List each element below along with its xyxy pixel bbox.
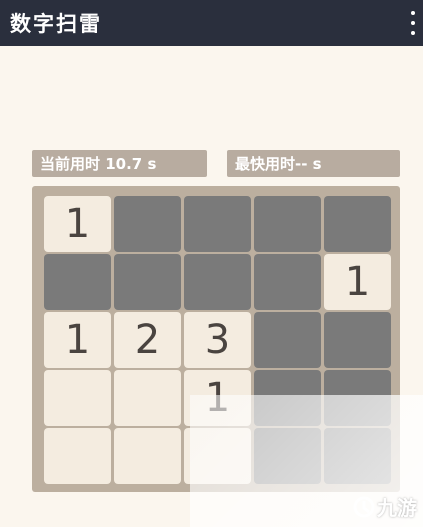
- board-cell[interactable]: [324, 370, 391, 426]
- jiuyou-logo: 九游: [353, 492, 417, 521]
- current-time-label: 当前用时 10.7 s: [32, 150, 207, 177]
- board-cell[interactable]: [184, 428, 251, 484]
- app-bar: 数字扫雷: [0, 0, 423, 46]
- board-cell[interactable]: [254, 254, 321, 310]
- board-cell[interactable]: [254, 370, 321, 426]
- board-cell[interactable]: 2: [114, 312, 181, 368]
- board-cell[interactable]: 1: [44, 196, 111, 252]
- board-cell[interactable]: [254, 312, 321, 368]
- board-cell[interactable]: [254, 428, 321, 484]
- board-cell[interactable]: [114, 196, 181, 252]
- more-vert-icon[interactable]: [409, 11, 417, 35]
- board-cell[interactable]: 3: [184, 312, 251, 368]
- board-cell[interactable]: 1: [184, 370, 251, 426]
- board-cell[interactable]: [114, 254, 181, 310]
- board-cell[interactable]: [114, 428, 181, 484]
- board-cell[interactable]: [44, 254, 111, 310]
- minesweeper-board: 111231: [32, 186, 400, 492]
- board-cell[interactable]: [324, 312, 391, 368]
- app-title: 数字扫雷: [10, 12, 102, 36]
- board-cell[interactable]: [324, 196, 391, 252]
- board-cell[interactable]: [44, 370, 111, 426]
- watermark-text: 九游: [377, 496, 417, 520]
- best-time-label: 最快用时-- s: [227, 150, 400, 177]
- board-cell[interactable]: 1: [44, 312, 111, 368]
- board-cell[interactable]: [114, 370, 181, 426]
- board-cell[interactable]: [324, 428, 391, 484]
- board-cell[interactable]: [184, 254, 251, 310]
- board-cell[interactable]: 1: [324, 254, 391, 310]
- jiuyou-logo-icon: [353, 496, 375, 517]
- board-cell[interactable]: [184, 196, 251, 252]
- board-cell[interactable]: [254, 196, 321, 252]
- board-cell[interactable]: [44, 428, 111, 484]
